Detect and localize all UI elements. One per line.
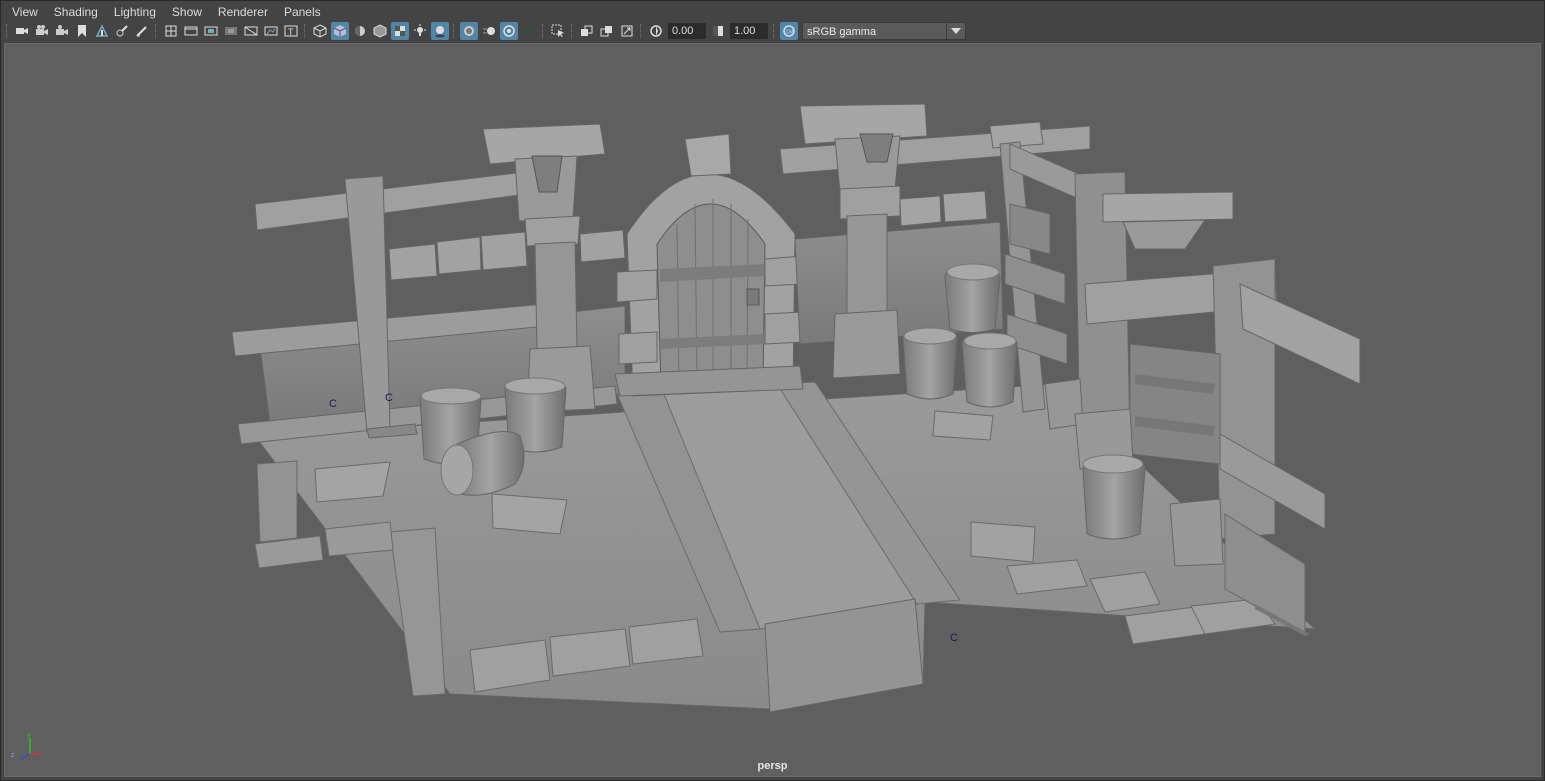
toolbar-separator <box>542 24 545 38</box>
door-arch <box>614 133 804 397</box>
smooth-shade-icon[interactable] <box>331 22 349 40</box>
motion-blur-icon[interactable] <box>480 22 498 40</box>
gamma-icon[interactable] <box>709 22 727 40</box>
toolbar-separator <box>571 24 574 38</box>
menu-view[interactable]: View <box>3 3 46 21</box>
toolbar-separator <box>773 24 776 38</box>
barrel <box>1082 454 1146 540</box>
xray-icon[interactable] <box>391 22 409 40</box>
toolbar-separator <box>304 24 307 38</box>
select-camera-icon[interactable] <box>13 22 31 40</box>
camera-marker: C <box>385 392 393 404</box>
dungeon-scene: y z <box>11 103 1361 760</box>
gamma-field[interactable]: 1.00 <box>730 23 768 39</box>
svg-text:y: y <box>27 732 31 739</box>
default-material-icon[interactable] <box>351 22 369 40</box>
menu-show[interactable]: Show <box>164 3 210 21</box>
backface-icon[interactable] <box>618 22 636 40</box>
svg-text:CM: CM <box>786 30 794 36</box>
wireframe-on-shaded-icon[interactable] <box>371 22 389 40</box>
field-chart-icon[interactable] <box>242 22 260 40</box>
chevron-down-icon[interactable] <box>946 23 965 39</box>
color-management-icon[interactable]: CM <box>780 22 798 40</box>
isolate-select-icon[interactable] <box>549 22 567 40</box>
pencil-icon[interactable] <box>133 22 151 40</box>
film-gate-icon[interactable] <box>182 22 200 40</box>
safe-title-icon[interactable]: T <box>282 22 300 40</box>
barrel <box>902 327 958 400</box>
multisample-aa-icon[interactable] <box>500 22 518 40</box>
toolbar-separator <box>6 24 9 38</box>
axis-gizmo: y z <box>11 732 41 760</box>
depth-of-field-icon[interactable] <box>520 22 538 40</box>
barrel <box>961 332 1018 408</box>
menu-panels[interactable]: Panels <box>276 3 329 21</box>
3d-viewport[interactable]: y z C C C persp <box>4 43 1541 777</box>
toolbar-separator <box>155 24 158 38</box>
maya-viewport-panel: View Shading Lighting Show Renderer Pane… <box>0 0 1545 781</box>
grid-icon[interactable] <box>162 22 180 40</box>
camera-bookmark-icon[interactable] <box>53 22 71 40</box>
wireframe-icon[interactable] <box>311 22 329 40</box>
use-all-lights-icon[interactable] <box>411 22 429 40</box>
svg-text:T: T <box>288 27 294 37</box>
safe-action-icon[interactable] <box>262 22 280 40</box>
menu-renderer[interactable]: Renderer <box>210 3 276 21</box>
exposure-field[interactable]: 0.00 <box>668 23 706 39</box>
toolbar-separator <box>640 24 643 38</box>
shadows-icon[interactable] <box>431 22 449 40</box>
camera-marker: C <box>950 632 958 644</box>
camera-attributes-icon[interactable] <box>33 22 51 40</box>
menu-shading[interactable]: Shading <box>46 3 106 21</box>
exposure-icon[interactable] <box>647 22 665 40</box>
color-space-value: sRGB gamma <box>807 26 877 38</box>
2d-pan-zoom-icon[interactable] <box>93 22 111 40</box>
xray-joints-icon[interactable] <box>578 22 596 40</box>
camera-marker: C <box>329 398 337 410</box>
menu-lighting[interactable]: Lighting <box>106 3 164 21</box>
xray-active-icon[interactable] <box>598 22 616 40</box>
barrel <box>944 263 1001 333</box>
resolution-gate-icon[interactable] <box>202 22 220 40</box>
panel-menubar: View Shading Lighting Show Renderer Pane… <box>3 3 1542 21</box>
grease-pencil-icon[interactable] <box>113 22 131 40</box>
color-space-dropdown[interactable]: sRGB gamma <box>802 22 966 40</box>
camera-name-label: persp <box>757 760 788 772</box>
image-plane-icon[interactable] <box>73 22 91 40</box>
svg-text:z: z <box>11 752 15 759</box>
toolbar-separator <box>453 24 456 38</box>
screen-space-ao-icon[interactable] <box>460 22 478 40</box>
panel-toolbar: T 0.00 1.00 CM sRGB gamma <box>3 21 1542 41</box>
gate-mask-icon[interactable] <box>222 22 240 40</box>
